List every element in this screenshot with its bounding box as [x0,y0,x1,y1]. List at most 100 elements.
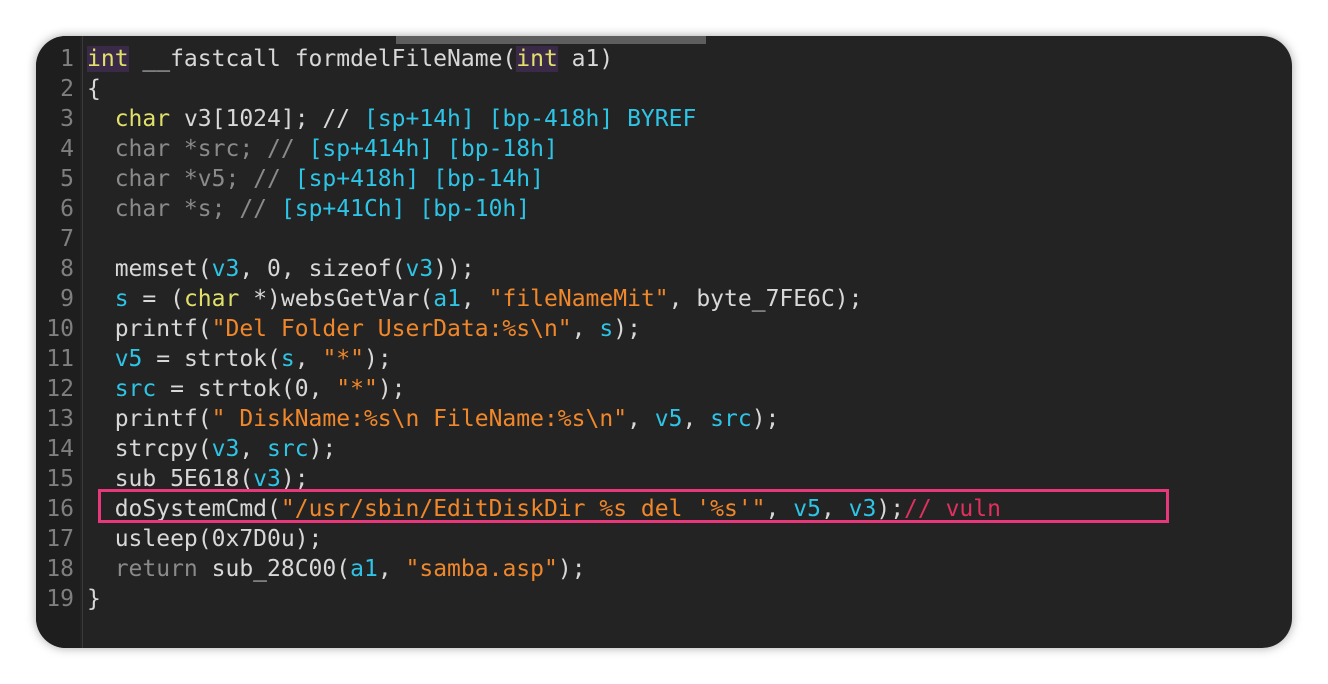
code-line[interactable]: 18 return sub_28C00(a1, "samba.asp"); [36,554,1292,584]
code-token: char [114,106,171,132]
code-token: src [710,406,752,432]
code-line[interactable]: 10 printf("Del Folder UserData:%s\n", s)… [36,314,1292,344]
code-token: ); [308,436,337,462]
code-token: s [114,286,129,312]
code-token: " DiskName:%s\n FileName:%s\n" [211,406,628,432]
code-text: memset(v3, 0, sizeof(v3)); [87,254,475,284]
code-token: printf( [87,316,212,342]
code-line[interactable]: 14 strcpy(v3, src); [36,434,1292,464]
line-number: 1 [60,46,74,72]
code-text: char *v5; // [sp+418h] [bp-14h] [87,164,544,194]
code-token: "fileNameMit" [488,286,669,312]
code-lines: 1 int __fastcall formdelFileName(int a1) 2… [36,44,1292,614]
code-token: "Del Folder UserData:%s\n" [211,316,572,342]
code-token: , [571,316,600,342]
code-token: a1) [557,46,614,72]
code-token: a1 [350,556,378,582]
code-token: , [377,556,406,582]
code-token: [sp+14h] [bp-418h] BYREF [363,106,697,132]
line-number: 19 [46,586,74,612]
code-token: s [280,346,295,372]
line-number: 7 [60,226,74,252]
code-line[interactable]: 8 memset(v3, 0, sizeof(v3)); [36,254,1292,284]
code-token: [sp+41Ch] [bp-10h] [280,196,531,222]
code-text: printf(" DiskName:%s\n FileName:%s\n", v… [87,404,780,434]
code-text: char *s; // [sp+41Ch] [bp-10h] [87,194,530,224]
code-token: , [682,406,711,432]
code-token: __fastcall formdelFileName( [128,46,517,72]
code-line[interactable]: 6 char *s; // [sp+41Ch] [bp-10h] [36,194,1292,224]
code-token: return [87,556,198,582]
code-token: , [294,346,323,372]
code-token: s [599,316,614,342]
code-line[interactable]: 7 [36,224,1292,254]
code-line[interactable]: 1 int __fastcall formdelFileName(int a1) [36,44,1292,74]
horizontal-scrollbar[interactable] [396,36,706,44]
code-token: = strtok( [142,346,281,372]
code-token: v5 [114,346,143,372]
code-token: char *s; // [87,196,281,222]
code-token: char *src; // [87,136,309,162]
line-number: 12 [46,376,74,402]
code-line[interactable]: 12 src = strtok(0, "*"); [36,374,1292,404]
code-text: strcpy(v3, src); [87,434,337,464]
code-token: , [460,286,489,312]
line-number: 18 [46,556,74,582]
code-line[interactable]: 3 char v3[1024]; // [sp+14h] [bp-418h] B… [36,104,1292,134]
code-token: v3 [211,436,240,462]
code-token: = strtok(0, [156,376,337,402]
code-token: printf( [87,406,212,432]
line-number: 3 [60,106,74,132]
code-token: , [239,436,268,462]
code-text: printf("Del Folder UserData:%s\n", s); [87,314,641,344]
code-text: { [87,74,101,104]
code-text: char *src; // [sp+414h] [bp-18h] [87,134,558,164]
code-token: "samba.asp" [405,556,558,582]
line-number: 15 [46,466,74,492]
line-number: 14 [46,436,74,462]
code-token: , 0, sizeof( [239,256,406,282]
code-token: src [267,436,309,462]
code-token: [sp+414h] [bp-18h] [308,136,558,162]
line-number: 10 [46,316,74,342]
line-number: 17 [46,526,74,552]
line-number: 4 [60,136,74,162]
line-number: 5 [60,166,74,192]
code-token: a1 [433,286,461,312]
code-text: return sub_28C00(a1, "samba.asp"); [87,554,586,584]
pseudocode-window: 1 int __fastcall formdelFileName(int a1) 2… [36,36,1292,648]
code-text: } [87,584,101,614]
code-line[interactable]: 4 char *src; // [sp+414h] [bp-18h] [36,134,1292,164]
code-token: ); [364,346,392,372]
code-line[interactable]: 11 v5 = strtok(s, "*"); [36,344,1292,374]
code-token: { [87,76,101,102]
code-token: v3 [211,256,240,282]
code-text: s = (char *)websGetVar(a1, "fileNameMit"… [87,284,863,314]
code-text: v5 = strtok(s, "*"); [87,344,392,374]
line-number: 16 [46,496,74,522]
code-line[interactable]: 19} [36,584,1292,614]
code-line[interactable]: 9 s = (char *)websGetVar(a1, "fileNameMi… [36,284,1292,314]
code-line[interactable]: 5 char *v5; // [sp+418h] [bp-14h] [36,164,1292,194]
code-line[interactable]: 17 usleep(0x7D0u); [36,524,1292,554]
line-number: 13 [46,406,74,432]
code-token: v3[1024]; // [170,106,364,132]
code-token: ); [613,316,641,342]
code-line[interactable]: 2{ [36,74,1292,104]
code-text: usleep(0x7D0u); [87,524,323,554]
code-token: "*" [336,376,378,402]
code-token: sub_28C00( [197,556,351,582]
code-token: [sp+418h] [bp-14h] [294,166,544,192]
code-token: strcpy( [87,436,212,462]
code-token: usleep(0x7D0u); [87,526,323,552]
code-line[interactable]: 13 printf(" DiskName:%s\n FileName:%s\n"… [36,404,1292,434]
code-token: v5 [654,406,683,432]
code-token: memset( [87,256,212,282]
line-number: 8 [60,256,74,282]
code-token: = ( [128,286,184,312]
code-token: src [114,376,157,402]
